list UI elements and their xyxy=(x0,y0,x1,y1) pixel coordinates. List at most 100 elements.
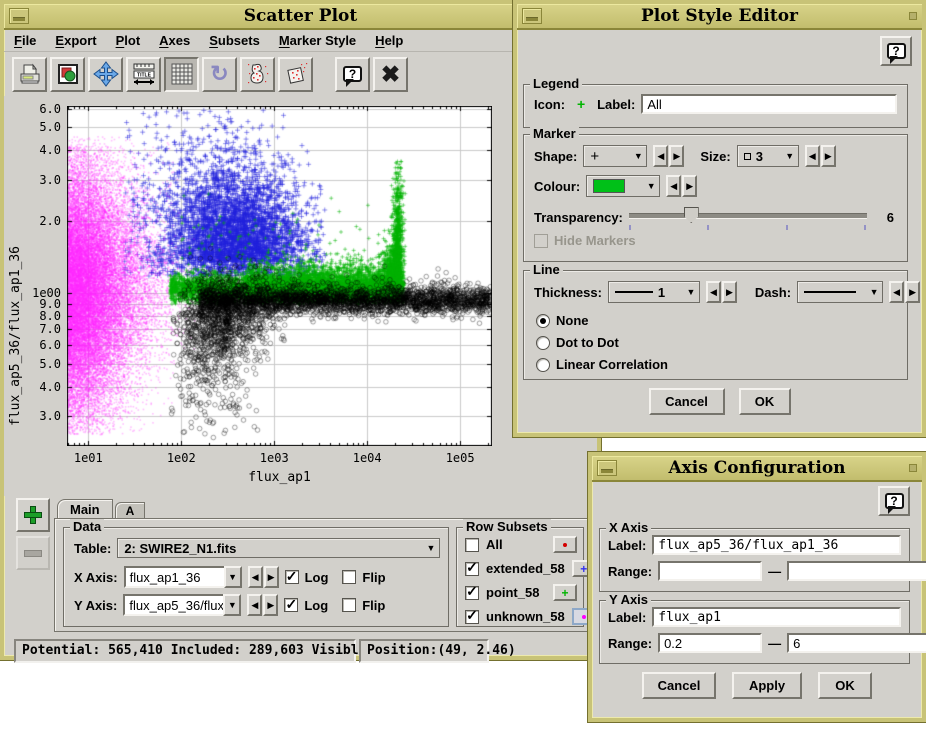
x-flip-checkbox[interactable] xyxy=(342,570,356,584)
transparency-value: 6 xyxy=(887,210,894,225)
menu-marker-style[interactable]: Marker Style xyxy=(279,33,356,48)
line-dot-to-dot-radio[interactable] xyxy=(536,336,550,350)
colour-next-button[interactable]: ▶ xyxy=(682,175,697,197)
chevron-down-icon[interactable]: ▼ xyxy=(224,566,242,588)
chevron-down-icon[interactable]: ▼ xyxy=(223,594,241,616)
size-next-button[interactable]: ▶ xyxy=(821,145,836,167)
shape-next-button[interactable]: ▶ xyxy=(669,145,684,167)
x-axis-column-value[interactable]: flux_ap1_36 xyxy=(124,566,224,588)
subset-style-button-point_58[interactable]: + xyxy=(553,584,577,601)
rescale-arrows-icon[interactable] xyxy=(88,57,123,92)
dash-prev-button[interactable]: ◀ xyxy=(889,281,904,303)
apply-button[interactable]: Apply xyxy=(732,672,802,699)
print-icon[interactable] xyxy=(12,57,47,92)
subset-label: point_58 xyxy=(486,585,546,600)
y-axis-next-button[interactable]: ▶ xyxy=(263,594,278,616)
help-button[interactable]: ? xyxy=(880,36,912,66)
style-editor-titlebar[interactable]: Plot Style Editor xyxy=(517,4,922,30)
y-log-checkbox[interactable] xyxy=(284,598,298,612)
table-select[interactable]: 2: SWIRE2_N1.fits ▼ xyxy=(117,538,440,558)
x-axis-next-button[interactable]: ▶ xyxy=(264,566,279,588)
x-axis-column-combo[interactable]: flux_ap1_36 ▼ xyxy=(124,566,242,588)
tab-a[interactable]: A xyxy=(115,502,146,518)
ok-button[interactable]: OK xyxy=(818,672,872,699)
add-style-tab-button[interactable] xyxy=(16,498,50,532)
x-range-max-input[interactable] xyxy=(787,561,926,581)
transparency-slider[interactable] xyxy=(629,205,867,229)
minimize-button[interactable] xyxy=(597,460,617,476)
row-subsets-group: Row Subsets Allextended_58+point_58+unkn… xyxy=(456,527,584,627)
colour-prev-button[interactable]: ◀ xyxy=(666,175,681,197)
ok-button[interactable]: OK xyxy=(739,388,791,415)
colour-select[interactable]: ▼ xyxy=(586,175,660,197)
scatter-window-titlebar[interactable]: Scatter Plot xyxy=(4,4,597,30)
cancel-button[interactable]: Cancel xyxy=(642,672,716,699)
region-subset-icon[interactable] xyxy=(278,57,313,92)
x-axis-label-input[interactable] xyxy=(652,535,901,555)
x-range-min-input[interactable] xyxy=(658,561,762,581)
thickness-select[interactable]: 1 ▼ xyxy=(608,281,700,303)
thickness-next-button[interactable]: ▶ xyxy=(722,281,737,303)
line-none-radio[interactable] xyxy=(536,314,550,328)
menu-export[interactable]: Export xyxy=(55,33,96,48)
y-tick-label: 6.0 xyxy=(4,102,61,116)
style-editor-content: ? Legend Icon: + Label: Marker Shape: + … xyxy=(517,30,922,403)
minus-icon xyxy=(24,550,42,557)
subset-checkbox-unknown_58[interactable] xyxy=(465,610,479,624)
menu-subsets[interactable]: Subsets xyxy=(209,33,260,48)
size-select[interactable]: 3 ▼ xyxy=(737,145,799,167)
y-tick-label: 5.0 xyxy=(4,120,61,134)
shape-select[interactable]: + ▼ xyxy=(583,145,647,167)
menu-help[interactable]: Help xyxy=(375,33,403,48)
x-axis-prev-button[interactable]: ◀ xyxy=(248,566,263,588)
subset-row-unknown_58: unknown_58 xyxy=(465,608,577,625)
remove-style-tab-button[interactable] xyxy=(16,536,50,570)
cancel-button[interactable]: Cancel xyxy=(649,388,725,415)
y-axis-column-value[interactable]: flux_ap5_36/flux xyxy=(123,594,223,616)
menu-plot[interactable]: Plot xyxy=(116,33,141,48)
dash-next-button[interactable]: ▶ xyxy=(905,281,920,303)
help-button[interactable]: ? xyxy=(878,486,910,516)
slider-thumb[interactable] xyxy=(684,207,699,223)
menu-file[interactable]: File xyxy=(14,33,36,48)
transparency-label: Transparency: xyxy=(534,210,623,225)
blob-subset-icon[interactable] xyxy=(240,57,275,92)
axis-title-icon[interactable]: TITLE xyxy=(126,57,161,92)
y-axis-column-combo[interactable]: flux_ap5_36/flux ▼ xyxy=(123,594,241,616)
minimize-button[interactable] xyxy=(9,8,29,24)
subset-style-button-all[interactable] xyxy=(553,536,577,553)
dash-select[interactable]: ▼ xyxy=(797,281,883,303)
export-image-icon xyxy=(56,62,80,86)
window-grip xyxy=(909,464,917,472)
line-linear-correlation-radio[interactable] xyxy=(536,358,550,372)
scatter-plot-canvas[interactable] xyxy=(67,106,492,446)
subset-checkbox-extended_58[interactable] xyxy=(465,562,479,576)
tab-main[interactable]: Main xyxy=(57,499,113,518)
replot-icon[interactable]: ↻ xyxy=(202,57,237,92)
subset-row-all: All xyxy=(465,536,577,553)
export-image-icon[interactable] xyxy=(50,57,85,92)
y-axis-prev-button[interactable]: ◀ xyxy=(247,594,262,616)
y-tick-label: 5.0 xyxy=(4,357,61,371)
y-range-min-input[interactable] xyxy=(658,633,762,653)
close-icon[interactable]: ✖ xyxy=(373,57,408,92)
minimize-button[interactable] xyxy=(522,8,542,24)
size-prev-button[interactable]: ◀ xyxy=(805,145,820,167)
axis-config-titlebar[interactable]: Axis Configuration xyxy=(592,456,922,482)
hide-markers-checkbox[interactable] xyxy=(534,234,548,248)
y-axis-label-input[interactable] xyxy=(652,607,901,627)
menu-axes[interactable]: Axes xyxy=(159,33,190,48)
subset-checkbox-all[interactable] xyxy=(465,538,479,552)
grid-icon[interactable] xyxy=(164,57,199,92)
x-flip-label: Flip xyxy=(362,570,385,585)
legend-label-input[interactable] xyxy=(641,94,897,114)
thickness-prev-button[interactable]: ◀ xyxy=(706,281,721,303)
hide-markers-label: Hide Markers xyxy=(554,233,636,248)
subset-checkbox-point_58[interactable] xyxy=(465,586,479,600)
x-log-checkbox[interactable] xyxy=(285,570,299,584)
help-icon[interactable]: ? xyxy=(335,57,370,92)
plus-icon xyxy=(24,506,42,524)
y-range-max-input[interactable] xyxy=(787,633,926,653)
shape-prev-button[interactable]: ◀ xyxy=(653,145,668,167)
y-flip-checkbox[interactable] xyxy=(342,598,356,612)
